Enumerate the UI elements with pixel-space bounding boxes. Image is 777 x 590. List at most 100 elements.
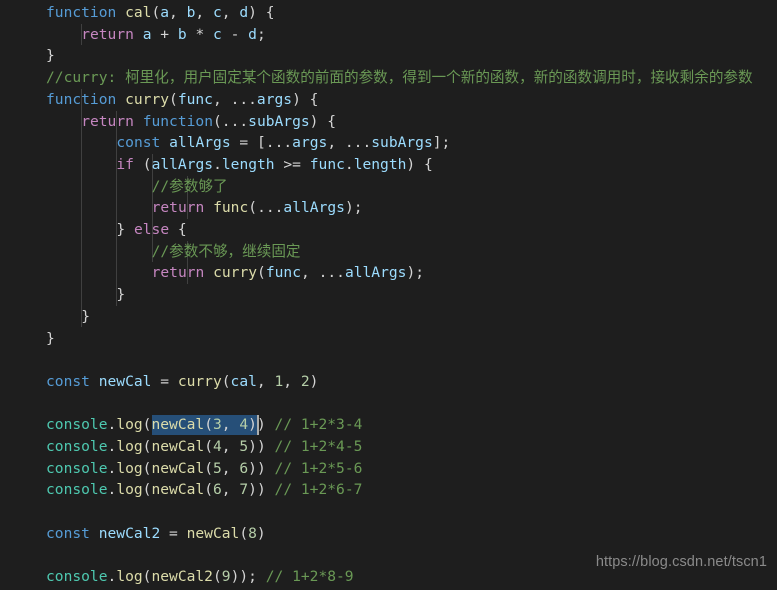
code-token-var: d xyxy=(248,25,257,43)
code-token-punct: , xyxy=(195,4,213,21)
code-token-op: ... xyxy=(230,90,257,108)
code-token-kw: function xyxy=(46,4,117,21)
code-line[interactable]: console.log(newCal(5, 6)) // 1+2*5-6 xyxy=(0,458,777,480)
code-line[interactable]: const newCal2 = newCal(8) xyxy=(0,523,777,545)
code-line-text: function cal(a, b, c, d) { xyxy=(46,2,275,24)
code-token-punct: . xyxy=(107,459,117,477)
code-editor[interactable]: function cal(a, b, c, d) {return a + b *… xyxy=(0,0,777,590)
code-token-fn: log xyxy=(116,438,143,455)
code-token-var: args xyxy=(256,90,293,108)
code-line[interactable]: if (allArgs.length >= func.length) { xyxy=(0,154,777,176)
code-token-var: length xyxy=(221,155,275,173)
code-token-op: ... xyxy=(318,264,345,282)
code-token-cmt: // 1+2*8-9 xyxy=(265,568,354,586)
code-line[interactable]: function curry(func, ...args) { xyxy=(0,89,777,111)
code-token-punct: ( xyxy=(204,416,213,434)
code-token-var: allArgs xyxy=(169,134,231,152)
code-line[interactable]: } xyxy=(0,328,777,350)
code-line[interactable]: } xyxy=(0,45,777,67)
code-line[interactable]: return a + b * c - d; xyxy=(0,24,777,46)
code-line-text: console.log(newCal(6, 7)) // 1+2*6-7 xyxy=(46,479,362,501)
code-token-num: 4 xyxy=(212,438,222,455)
code-token-ctl: return xyxy=(81,25,134,43)
code-token-punct: ) { xyxy=(248,4,275,21)
code-token-fn: func xyxy=(213,199,249,217)
code-token-punct: , xyxy=(169,4,187,21)
code-line[interactable] xyxy=(0,349,777,371)
code-token-punct: . xyxy=(107,568,117,586)
code-line-text: //参数够了 xyxy=(152,176,228,198)
code-line[interactable]: function cal(a, b, c, d) { xyxy=(0,2,777,24)
code-token-op: = xyxy=(160,524,187,542)
code-line[interactable]: //curry: 柯里化，用户固定某个函数的前面的参数，得到一个新的函数，新的函… xyxy=(0,67,777,89)
code-line[interactable]: return function(...subArgs) { xyxy=(0,111,777,133)
code-token-var: newCal xyxy=(98,372,152,390)
code-token-num: 2 xyxy=(300,372,310,390)
code-token-punct: , xyxy=(221,481,240,499)
code-token-punct: ( xyxy=(204,438,213,455)
code-token-fn: newCal xyxy=(151,416,205,434)
code-token-punct: ( xyxy=(221,372,231,390)
code-token-punct: } xyxy=(116,221,134,238)
code-line[interactable] xyxy=(0,393,777,415)
code-token-punct: ) { xyxy=(292,90,319,108)
code-token-punct: ( xyxy=(169,90,178,108)
code-token-fn: newCal xyxy=(151,481,205,499)
code-line-text: return a + b * c - d; xyxy=(81,24,266,46)
code-token-punct: )) xyxy=(248,438,266,455)
code-line-text: } xyxy=(46,45,55,67)
code-line-text: function curry(func, ...args) { xyxy=(46,89,318,111)
code-token-punct: )) xyxy=(248,459,266,477)
code-line[interactable]: console.log(newCal(3, 4)) // 1+2*3-4 xyxy=(0,414,777,436)
code-line[interactable]: } xyxy=(0,284,777,306)
code-token-cmt: //参数够了 xyxy=(151,177,228,195)
code-line-text: } xyxy=(81,306,90,328)
code-token-punct: } xyxy=(81,307,90,325)
code-token-fn: newCal2 xyxy=(151,568,213,586)
code-line[interactable]: const newCal = curry(cal, 1, 2) xyxy=(0,371,777,393)
code-line[interactable]: const allArgs = [...args, ...subArgs]; xyxy=(0,132,777,154)
code-line[interactable]: console.log(newCal(4, 5)) // 1+2*4-5 xyxy=(0,436,777,458)
code-line-text: //参数不够，继续固定 xyxy=(152,241,301,263)
code-token-punct: } xyxy=(116,286,126,304)
code-line-text: if (allArgs.length >= func.length) { xyxy=(116,154,432,176)
code-token-ctl: if xyxy=(116,155,134,173)
code-line[interactable]: console.log(newCal(6, 7)) // 1+2*6-7 xyxy=(0,479,777,501)
code-token-var: b xyxy=(177,25,187,43)
code-line-text: console.log(newCal2(9)); // 1+2*8-9 xyxy=(46,566,354,588)
code-token-punct: . xyxy=(213,155,222,173)
code-line[interactable]: } xyxy=(0,306,777,328)
code-token-kw: const xyxy=(46,372,90,390)
code-token-punct: )); xyxy=(230,568,257,586)
code-token-ctl: return xyxy=(151,199,205,217)
code-token-op: ... xyxy=(344,134,372,152)
code-line[interactable]: } else { xyxy=(0,219,777,241)
code-token-var: func xyxy=(265,264,301,282)
code-token-punct: ( xyxy=(142,155,152,173)
code-token-kw: function xyxy=(142,112,213,130)
code-token-num: 6 xyxy=(239,459,249,477)
code-token-class: console xyxy=(46,438,108,455)
code-token-punct: ; xyxy=(256,25,266,43)
code-token-class: console xyxy=(46,481,108,499)
code-token-punct: , xyxy=(301,264,319,282)
code-token-punct: [ xyxy=(257,134,266,152)
code-line-text: } else { xyxy=(116,219,186,241)
text-cursor xyxy=(257,415,260,435)
code-token-cmt: // 1+2*6-7 xyxy=(274,481,363,499)
code-line[interactable] xyxy=(0,501,777,523)
code-token-fn: curry xyxy=(125,90,170,108)
code-surface[interactable]: function cal(a, b, c, d) {return a + b *… xyxy=(0,0,777,590)
code-token-punct: } xyxy=(46,47,55,65)
code-line-text: console.log(newCal(4, 5)) // 1+2*4-5 xyxy=(46,436,362,458)
code-token-var: a xyxy=(142,25,152,43)
code-token-punct: } xyxy=(46,329,55,347)
code-token-ctl: return xyxy=(81,112,134,130)
code-token-num: 7 xyxy=(239,481,249,499)
